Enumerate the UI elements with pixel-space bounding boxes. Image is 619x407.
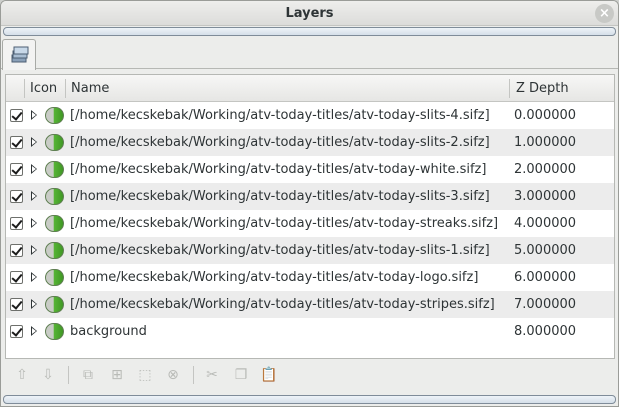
- raise-layer-button[interactable]: ⇧: [13, 366, 31, 384]
- layer-name[interactable]: [/home/kecskebak/Working/atv-today-title…: [70, 183, 490, 210]
- tree-header: Icon Name Z Depth: [6, 75, 614, 102]
- column-divider[interactable]: [24, 79, 25, 98]
- layer-row[interactable]: [/home/kecskebak/Working/atv-today-title…: [6, 183, 614, 210]
- layer-name[interactable]: background: [70, 318, 147, 345]
- expand-triangle-icon[interactable]: [31, 137, 37, 147]
- layer-row[interactable]: [/home/kecskebak/Working/atv-today-title…: [6, 291, 614, 318]
- expand-triangle-icon[interactable]: [31, 299, 37, 309]
- progress-bar-bottom: [3, 395, 616, 404]
- layer-zdepth: 2.000000: [514, 162, 577, 177]
- column-divider[interactable]: [509, 79, 510, 98]
- expand-triangle-icon[interactable]: [31, 326, 37, 336]
- title-bar[interactable]: Layers ×: [1, 1, 618, 26]
- select-all-children-button[interactable]: ⬚: [136, 366, 154, 384]
- layer-row[interactable]: [/home/kecskebak/Working/atv-today-title…: [6, 102, 614, 129]
- layer-type-icon: [45, 188, 64, 205]
- layer-zdepth: 5.000000: [514, 243, 577, 258]
- column-zdepth[interactable]: Z Depth: [516, 75, 569, 101]
- duplicate-layer-button[interactable]: ⧉: [79, 366, 97, 384]
- visibility-checkbox[interactable]: [10, 271, 23, 284]
- layer-type-icon: [45, 215, 64, 232]
- close-button[interactable]: ×: [595, 4, 614, 23]
- expand-triangle-icon[interactable]: [31, 191, 37, 201]
- layer-name[interactable]: [/home/kecskebak/Working/atv-today-title…: [70, 237, 490, 264]
- visibility-checkbox[interactable]: [10, 136, 23, 149]
- layer-name[interactable]: [/home/kecskebak/Working/atv-today-title…: [70, 129, 490, 156]
- visibility-checkbox[interactable]: [10, 298, 23, 311]
- layers-tree-view[interactable]: Icon Name Z Depth [/home/kecskebak/Worki…: [5, 74, 615, 359]
- encapsulate-layer-button[interactable]: ⊞: [108, 366, 126, 384]
- visibility-checkbox[interactable]: [10, 109, 23, 122]
- cut-button[interactable]: ✂: [203, 366, 221, 384]
- column-icon[interactable]: Icon: [30, 75, 57, 101]
- expand-triangle-icon[interactable]: [31, 272, 37, 282]
- visibility-checkbox[interactable]: [10, 217, 23, 230]
- toolbar-separator: [193, 366, 194, 384]
- layer-row[interactable]: background 8.000000: [6, 318, 614, 345]
- layer-type-icon: [45, 296, 64, 313]
- layer-row[interactable]: [/home/kecskebak/Working/atv-today-title…: [6, 237, 614, 264]
- layer-name[interactable]: [/home/kecskebak/Working/atv-today-title…: [70, 264, 478, 291]
- expand-triangle-icon[interactable]: [31, 110, 37, 120]
- layers-window: Layers × Icon Name Z Depth [/home/kecske…: [0, 0, 619, 407]
- paste-button[interactable]: 📋: [260, 366, 278, 384]
- layer-zdepth: 6.000000: [514, 270, 577, 285]
- layer-zdepth: 7.000000: [514, 297, 577, 312]
- visibility-checkbox[interactable]: [10, 190, 23, 203]
- layer-zdepth: 3.000000: [514, 189, 577, 204]
- progress-bar-top: [3, 27, 616, 36]
- copy-button[interactable]: ❐: [232, 366, 250, 384]
- expand-triangle-icon[interactable]: [31, 245, 37, 255]
- column-name[interactable]: Name: [71, 75, 109, 101]
- layer-type-icon: [45, 269, 64, 286]
- layer-name[interactable]: [/home/kecskebak/Working/atv-today-title…: [70, 210, 498, 237]
- layer-row[interactable]: [/home/kecskebak/Working/atv-today-title…: [6, 129, 614, 156]
- layer-zdepth: 1.000000: [514, 135, 577, 150]
- layer-toolbar: ⇧ ⇩ ⧉ ⊞ ⬚ ⊗ ✂ ❐ 📋: [5, 361, 615, 389]
- layer-type-icon: [45, 242, 64, 259]
- panel-tab-strip: [1, 37, 618, 70]
- layer-type-icon: [45, 107, 64, 124]
- layer-name[interactable]: [/home/kecskebak/Working/atv-today-title…: [70, 156, 486, 183]
- expand-triangle-icon[interactable]: [31, 218, 37, 228]
- layer-zdepth: 0.000000: [514, 108, 577, 123]
- visibility-checkbox[interactable]: [10, 325, 23, 338]
- expand-triangle-icon[interactable]: [31, 164, 37, 174]
- delete-layer-button[interactable]: ⊗: [164, 366, 182, 384]
- layer-type-icon: [45, 161, 64, 178]
- lower-layer-button[interactable]: ⇩: [39, 366, 57, 384]
- visibility-checkbox[interactable]: [10, 244, 23, 257]
- visibility-checkbox[interactable]: [10, 163, 23, 176]
- layer-row[interactable]: [/home/kecskebak/Working/atv-today-title…: [6, 264, 614, 291]
- layer-name[interactable]: [/home/kecskebak/Working/atv-today-title…: [70, 102, 490, 129]
- column-divider[interactable]: [65, 79, 66, 98]
- layer-type-icon: [45, 323, 64, 340]
- layer-row[interactable]: [/home/kecskebak/Working/atv-today-title…: [6, 210, 614, 237]
- tab-layers[interactable]: [2, 39, 36, 70]
- layer-row[interactable]: [/home/kecskebak/Working/atv-today-title…: [6, 156, 614, 183]
- layer-zdepth: 8.000000: [514, 324, 577, 339]
- toolbar-separator: [68, 366, 69, 384]
- window-title: Layers: [285, 6, 334, 21]
- layer-type-icon: [45, 134, 64, 151]
- column-visible[interactable]: [12, 75, 22, 101]
- layer-zdepth: 4.000000: [514, 216, 577, 231]
- layer-name[interactable]: [/home/kecskebak/Working/atv-today-title…: [70, 291, 495, 318]
- layers-stack-icon: [11, 46, 29, 63]
